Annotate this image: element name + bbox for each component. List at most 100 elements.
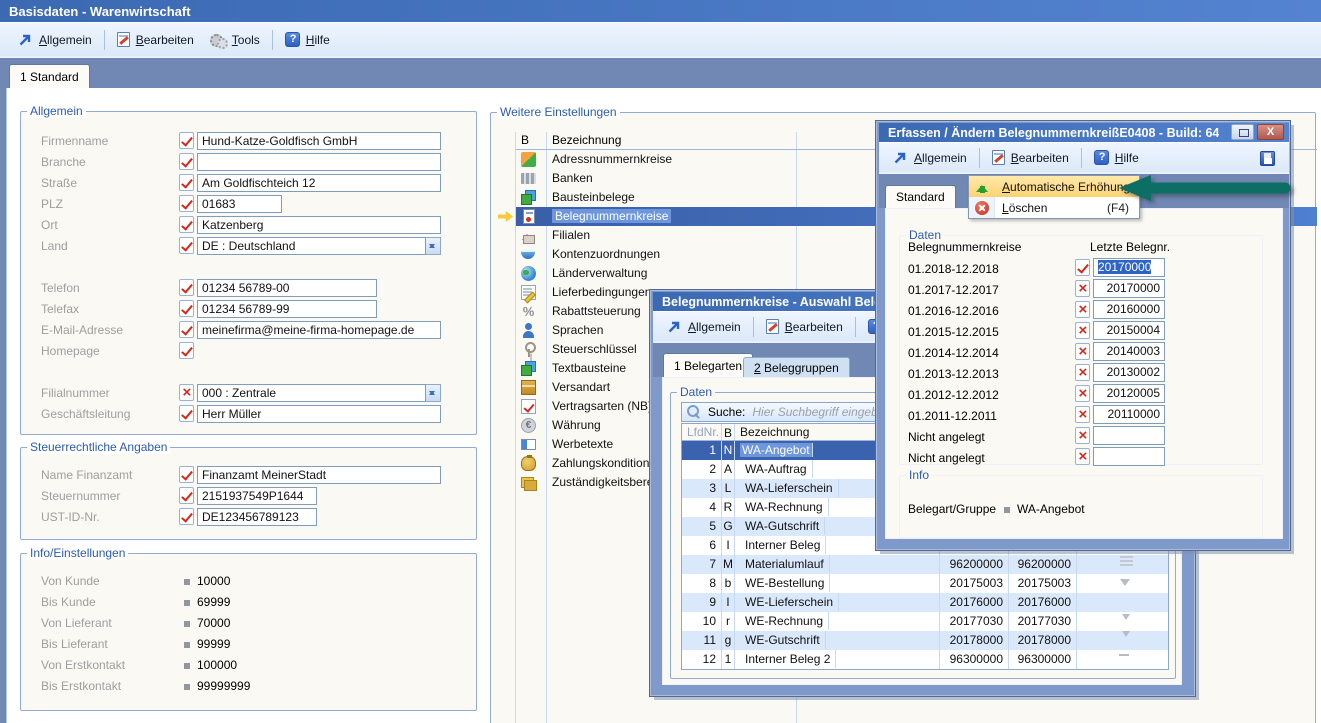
field-check-icon[interactable] bbox=[179, 174, 194, 191]
scroll-end-icon[interactable] bbox=[1119, 654, 1129, 656]
search-icon bbox=[687, 405, 701, 419]
beleg-table-row[interactable]: 12 1 Interner Beleg 2 96300000 96300000 bbox=[682, 650, 1168, 669]
scroll-down-icon[interactable] bbox=[1122, 614, 1130, 624]
field-input[interactable]: 01683 bbox=[197, 195, 282, 213]
nummernkreis-check-icon[interactable] bbox=[1075, 385, 1090, 402]
field-check-icon[interactable] bbox=[179, 508, 194, 525]
nummernkreis-check-icon[interactable] bbox=[1075, 427, 1090, 444]
menu-tools[interactable]: Tools bbox=[202, 28, 268, 52]
nummernkreis-input[interactable]: 20170000 bbox=[1093, 279, 1165, 298]
search-placeholder[interactable]: Hier Suchbegriff eingeben bbox=[752, 405, 891, 419]
nummernkreis-input[interactable]: 20150004 bbox=[1093, 321, 1165, 340]
field-input[interactable]: 2151937549P1644 bbox=[197, 487, 317, 505]
minimize-button[interactable] bbox=[1231, 124, 1254, 140]
tab-belegarten[interactable]: 1 Belegarten bbox=[663, 353, 753, 377]
field-check-icon[interactable] bbox=[179, 300, 194, 317]
menu-allgemein[interactable]: Allgemein bbox=[885, 146, 975, 170]
nummernkreis-input[interactable]: 20140003 bbox=[1093, 342, 1165, 361]
nummernkreis-check-icon[interactable] bbox=[1075, 448, 1090, 465]
menu-allgemein[interactable]: Allgemein bbox=[659, 315, 749, 339]
menu-bearbeiten[interactable]: Bearbeiten bbox=[758, 315, 851, 339]
nummernkreis-check-icon[interactable] bbox=[1075, 364, 1090, 381]
spinner-button[interactable] bbox=[426, 384, 441, 402]
nummernkreis-value: 20120005 bbox=[1107, 386, 1160, 400]
field-label: Land bbox=[41, 239, 68, 253]
field-input[interactable]: 01234 56789-99 bbox=[197, 300, 377, 318]
column-lfdnr[interactable]: LfdNr. bbox=[682, 424, 722, 440]
info-row: Bis Kunde 69999 bbox=[21, 592, 476, 613]
cell-lfdnr: 8 bbox=[682, 574, 722, 593]
beleg-table-row[interactable]: 10 r WE-Rechnung 20177030 20177030 bbox=[682, 612, 1168, 631]
field-check-icon[interactable] bbox=[179, 384, 194, 401]
menu-bearbeiten[interactable]: Bearbeiten bbox=[109, 28, 202, 52]
grid-options-icon[interactable] bbox=[1120, 556, 1133, 558]
cell-lfdnr: 11 bbox=[682, 631, 722, 650]
field-check-icon[interactable] bbox=[179, 216, 194, 233]
field-input[interactable]: 000 : Zentrale bbox=[197, 384, 426, 402]
field-input[interactable]: Herr Müller bbox=[197, 405, 441, 423]
menu-hilfe[interactable]: Hilfe bbox=[277, 28, 338, 52]
field-check-icon[interactable] bbox=[179, 132, 194, 149]
field-input[interactable]: Finanzamt MeinerStadt bbox=[197, 466, 441, 484]
groupbox-info-label: Info/Einstellungen bbox=[27, 546, 128, 560]
field-check-icon[interactable] bbox=[179, 279, 194, 296]
nummernkreis-check-icon[interactable] bbox=[1075, 343, 1090, 360]
tab-beleggruppen[interactable]: 2 Beleggruppen bbox=[743, 357, 850, 377]
nummernkreis-input[interactable]: 20110000 bbox=[1093, 405, 1165, 424]
field-input[interactable]: Katzenberg bbox=[197, 216, 441, 234]
nummernkreis-row: 01.2018-12.2018 20170000 bbox=[900, 258, 1262, 279]
scroll-down-icon[interactable] bbox=[1122, 631, 1130, 641]
field-input[interactable]: 01234 56789-00 bbox=[197, 279, 377, 297]
close-button[interactable]: X bbox=[1257, 124, 1284, 140]
nummernkreis-value: 20130002 bbox=[1107, 365, 1160, 379]
nummernkreis-input[interactable] bbox=[1093, 447, 1165, 466]
filter-icon[interactable] bbox=[1120, 579, 1130, 591]
field-input[interactable]: meinefirma@meine-firma-homepage.de bbox=[197, 321, 441, 339]
nummernkreis-check-icon[interactable] bbox=[1075, 322, 1090, 339]
spinner-button[interactable] bbox=[426, 237, 441, 255]
menu-allgemein[interactable]: Allgemein bbox=[10, 28, 100, 52]
field-input[interactable] bbox=[197, 153, 441, 171]
field-check-icon[interactable] bbox=[179, 237, 194, 254]
bullet-icon bbox=[184, 579, 190, 585]
beleg-table-row[interactable]: 9 l WE-Lieferschein 20176000 20176000 bbox=[682, 593, 1168, 612]
nummernkreis-input[interactable]: 20120005 bbox=[1093, 384, 1165, 403]
beleg-table-row[interactable]: 7 M Materialumlauf 96200000 96200000 bbox=[682, 555, 1168, 574]
nummernkreis-check-icon[interactable] bbox=[1075, 259, 1090, 276]
menu-bearbeiten[interactable]: Bearbeiten bbox=[984, 146, 1077, 170]
column-header-b[interactable]: B bbox=[521, 133, 529, 147]
column-b[interactable]: B bbox=[722, 424, 735, 440]
field-input[interactable]: DE : Deutschland bbox=[197, 237, 426, 255]
column-header-bezeichnung[interactable]: Bezeichnung bbox=[552, 133, 621, 147]
nummernkreis-value: 20170000 bbox=[1107, 281, 1160, 295]
nummernkreis-input[interactable] bbox=[1093, 426, 1165, 445]
field-input[interactable]: DE123456789123 bbox=[197, 508, 317, 526]
menu-item-automatische-erhoehung[interactable]: Automatische Erhöhung bbox=[969, 176, 1139, 197]
nummernkreis-input[interactable]: 20170000 bbox=[1093, 258, 1165, 277]
field-check-icon[interactable] bbox=[179, 153, 194, 170]
tab-standard-erfassen[interactable]: Standard bbox=[885, 185, 956, 208]
field-input[interactable]: Am Goldfischteich 12 bbox=[197, 174, 441, 192]
save-icon[interactable] bbox=[1260, 151, 1275, 166]
nummernkreis-check-icon[interactable] bbox=[1075, 301, 1090, 318]
info-row: Von Kunde 10000 bbox=[21, 571, 476, 592]
nummernkreis-input[interactable]: 20160000 bbox=[1093, 300, 1165, 319]
menu-hilfe[interactable]: Hilfe bbox=[1086, 146, 1147, 170]
field-check-icon[interactable] bbox=[179, 195, 194, 212]
nummernkreis-input[interactable]: 20130002 bbox=[1093, 363, 1165, 382]
nummernkreis-check-icon[interactable] bbox=[1075, 406, 1090, 423]
item-icon bbox=[523, 209, 535, 224]
field-input[interactable]: Hund-Katze-Goldfisch GmbH bbox=[197, 132, 441, 150]
field-input-box: 000 : Zentrale bbox=[197, 384, 441, 402]
field-check-icon[interactable] bbox=[179, 487, 194, 504]
menu-item-loeschen[interactable]: Löschen (F4) bbox=[969, 197, 1139, 218]
field-check-icon[interactable] bbox=[179, 342, 194, 359]
tab-standard[interactable]: 1 Standard bbox=[9, 64, 90, 88]
beleg-table-row[interactable]: 8 b WE-Bestellung 20175003 20175003 bbox=[682, 574, 1168, 593]
field-check-icon[interactable] bbox=[179, 466, 194, 483]
cell-b: l bbox=[722, 593, 735, 612]
field-check-icon[interactable] bbox=[179, 321, 194, 338]
nummernkreis-check-icon[interactable] bbox=[1075, 280, 1090, 297]
field-check-icon[interactable] bbox=[179, 405, 194, 422]
beleg-table-row[interactable]: 11 g WE-Gutschrift 20178000 20178000 bbox=[682, 631, 1168, 650]
